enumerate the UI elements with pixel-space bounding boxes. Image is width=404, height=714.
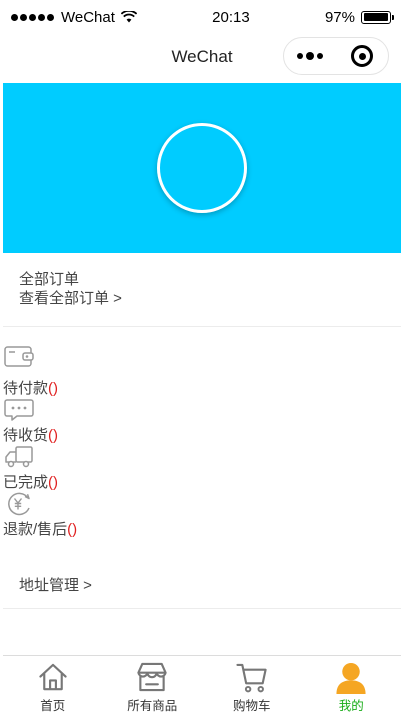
status-label: 已完成 — [3, 474, 49, 491]
status-bar: WeChat 20:13 97% — [3, 3, 401, 31]
home-icon — [39, 663, 67, 691]
signal-dot — [20, 13, 27, 21]
signal-dot — [29, 13, 36, 21]
avatar[interactable] — [157, 123, 247, 213]
battery-fill — [363, 13, 388, 21]
chat-dots-icon — [4, 399, 34, 421]
status-item-pending-payment[interactable]: 待付款 ( ) — [3, 345, 401, 398]
status-label: 退款/售后 — [3, 521, 68, 538]
tab-me[interactable]: 我的 — [302, 656, 402, 714]
status-label: 待收货 — [3, 427, 49, 444]
app-frame: WeChat 20:13 97% WeChat 全部订单 查看全部订单 > 待付… — [3, 3, 401, 714]
status-label-row: 退款/售后 ( ) — [3, 521, 401, 539]
more-dots-icon — [297, 52, 323, 60]
clock: 20:13 — [212, 8, 250, 26]
address-label: 地址管理 > — [19, 577, 92, 594]
orders-section: 全部订单 查看全部订单 > — [3, 253, 401, 327]
wallet-icon — [4, 346, 34, 367]
status-item-completed[interactable]: 已完成 ( ) — [3, 445, 401, 492]
store-icon — [137, 662, 167, 692]
truck-icon — [5, 446, 33, 468]
battery-icon — [361, 10, 394, 24]
wifi-icon — [120, 11, 137, 23]
status-label-row: 待收货 ( ) — [3, 427, 401, 445]
tab-cart[interactable]: 购物车 — [202, 656, 302, 714]
user-icon — [336, 662, 366, 694]
tab-bar: 首页 所有商品 购物车 我的 — [3, 655, 401, 714]
tab-label: 所有商品 — [127, 699, 178, 713]
target-icon — [351, 45, 373, 67]
status-item-refund[interactable]: 退款/售后 ( ) — [3, 492, 401, 539]
status-count-close: ) — [53, 474, 59, 491]
status-count-close: ) — [53, 380, 59, 397]
tab-label: 我的 — [338, 699, 364, 713]
tab-all-products[interactable]: 所有商品 — [103, 656, 203, 714]
cart-icon — [236, 663, 267, 693]
view-all-orders-link[interactable]: 查看全部订单 > — [19, 290, 385, 308]
status-label: 待付款 — [3, 380, 49, 397]
status-count-close: ) — [72, 521, 78, 538]
tab-label: 首页 — [40, 699, 66, 713]
profile-banner — [3, 83, 401, 253]
status-label-row: 待付款 ( ) — [3, 380, 401, 398]
signal-dot — [47, 13, 54, 21]
battery-group: 97% — [324, 8, 394, 26]
yuan-refund-icon — [8, 492, 30, 516]
nav-title: WeChat — [171, 47, 233, 66]
nav-bar: WeChat — [3, 31, 401, 83]
more-button[interactable] — [284, 38, 336, 74]
mini-program-capsule — [283, 37, 389, 75]
signal-dot — [11, 13, 18, 21]
status-count-close: ) — [53, 427, 59, 444]
orders-title: 全部订单 — [19, 271, 80, 288]
signal-dot — [38, 13, 45, 21]
tab-home[interactable]: 首页 — [3, 656, 103, 714]
signal-group: WeChat — [11, 9, 137, 26]
status-item-pending-receipt[interactable]: 待收货 ( ) — [3, 398, 401, 445]
status-label-row: 已完成 ( ) — [3, 474, 401, 492]
order-status-list: 待付款 ( ) 待收货 ( ) 已完成 () 退款/售后 () — [3, 327, 401, 539]
tab-label: 购物车 — [232, 699, 271, 713]
address-management-link[interactable]: 地址管理 > — [3, 561, 401, 609]
carrier-name: WeChat — [61, 8, 115, 26]
battery-percent: 97% — [324, 8, 355, 26]
close-mini-program-button[interactable] — [336, 38, 388, 74]
